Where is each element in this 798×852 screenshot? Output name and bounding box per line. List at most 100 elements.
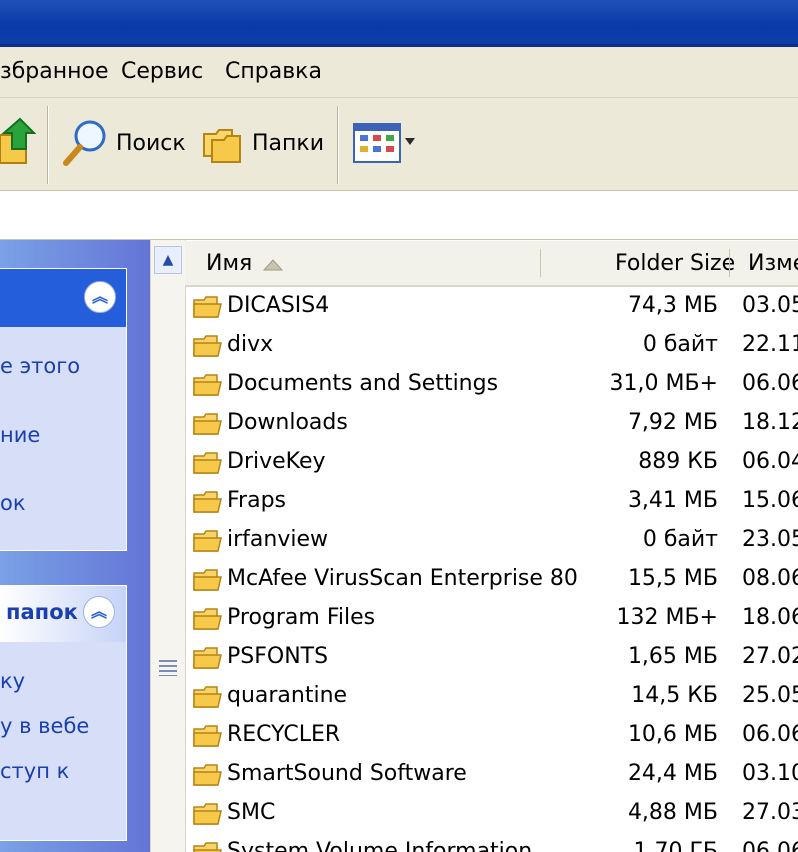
folder-size: 3,41 МБ	[627, 488, 718, 513]
folder-icon	[193, 725, 222, 747]
task-link[interactable]: ок	[0, 491, 26, 515]
column-size-header[interactable]: Folder Size	[615, 251, 735, 276]
modified-date: 15.06	[742, 488, 798, 513]
file-row[interactable]: DriveKey 889 КБ 06.04	[185, 444, 798, 483]
column-divider[interactable]	[729, 249, 730, 277]
folder-icon	[193, 413, 222, 435]
file-name[interactable]: SMC	[227, 800, 275, 825]
file-row[interactable]: System Volume Information 1,70 ГБ 06.06	[185, 834, 798, 852]
search-button[interactable]: Поиск	[62, 116, 186, 170]
toolbar-separator	[47, 106, 49, 184]
collapse-chevrons-icon[interactable]: ︽	[84, 281, 116, 313]
sort-ascending-icon	[263, 259, 283, 271]
modified-date: 03.10	[742, 761, 798, 786]
modified-date: 25.05	[742, 683, 798, 708]
folder-size: 7,92 МБ	[627, 410, 718, 435]
search-label: Поиск	[116, 130, 186, 156]
file-row[interactable]: DICASIS4 74,3 МБ 03.05	[185, 288, 798, 327]
file-name[interactable]: Program Files	[227, 605, 375, 630]
folder-size: 132 МБ+	[616, 605, 719, 630]
task-box-header[interactable]: папок ︽	[0, 586, 126, 642]
column-divider[interactable]	[540, 249, 541, 277]
modified-date: 08.06	[742, 566, 798, 591]
task-link[interactable]: ние	[0, 423, 40, 447]
folder-icon	[193, 530, 222, 552]
file-name[interactable]: Fraps	[227, 488, 286, 513]
task-box-header[interactable]: ︽	[0, 269, 126, 327]
folder-size: 1,65 МБ	[627, 644, 718, 669]
folder-icon	[193, 491, 222, 513]
folder-size: 24,4 МБ	[627, 761, 718, 786]
menu-tools[interactable]: Сервис	[121, 59, 203, 84]
modified-date: 27.03	[742, 800, 798, 825]
file-name[interactable]: divx	[227, 332, 273, 357]
task-link[interactable]: е этого	[0, 354, 80, 378]
file-name[interactable]: DriveKey	[227, 449, 326, 474]
file-row[interactable]: Downloads 7,92 МБ 18.12	[185, 405, 798, 444]
file-row[interactable]: quarantine 14,5 КБ 25.05	[185, 678, 798, 717]
file-row[interactable]: irfanview 0 байт 23.05	[185, 522, 798, 561]
folder-size: 0 байт	[642, 332, 718, 357]
folder-size: 4,88 МБ	[627, 800, 718, 825]
file-name[interactable]: DICASIS4	[227, 293, 329, 318]
modified-date: 23.05	[742, 527, 798, 552]
menu-bar: збранное Сервис Справка	[0, 47, 798, 98]
modified-date: 27.02	[742, 644, 798, 669]
modified-date: 22.11	[742, 332, 798, 357]
modified-date: 06.06	[742, 371, 798, 396]
folder-icon	[193, 335, 222, 357]
folders-icon	[203, 129, 241, 163]
column-name-header[interactable]: Имя	[206, 251, 252, 276]
file-row[interactable]: RECYCLER 10,6 МБ 06.06	[185, 717, 798, 756]
modified-date: 03.05	[742, 293, 798, 318]
collapse-chevrons-icon[interactable]: ︽	[83, 596, 115, 628]
file-row[interactable]: SmartSound Software 24,4 МБ 03.10	[185, 756, 798, 795]
file-row[interactable]: Fraps 3,41 МБ 15.06	[185, 483, 798, 522]
file-name[interactable]: McAfee VirusScan Enterprise 80	[227, 566, 578, 591]
file-name[interactable]: SmartSound Software	[227, 761, 467, 786]
file-name[interactable]: Documents and Settings	[227, 371, 498, 396]
file-name[interactable]: irfanview	[227, 527, 328, 552]
up-button[interactable]	[0, 114, 36, 168]
task-link[interactable]: ку	[0, 669, 25, 693]
folder-size: 0 байт	[642, 527, 718, 552]
file-name[interactable]: quarantine	[227, 683, 347, 708]
file-row[interactable]: SMC 4,88 МБ 27.03	[185, 795, 798, 834]
folder-up-icon	[0, 117, 36, 164]
folder-icon	[193, 764, 222, 786]
menu-help[interactable]: Справка	[225, 59, 322, 84]
address-bar-area	[0, 191, 798, 240]
scroll-up-button[interactable]: ▲	[154, 246, 182, 274]
task-link[interactable]: ступ к	[0, 759, 69, 783]
folders-button[interactable]: Папки	[200, 116, 324, 170]
file-row[interactable]: divx 0 байт 22.11	[185, 327, 798, 366]
file-list: DICASIS4 74,3 МБ 03.05 divx 0 байт 22.11 Docum…	[185, 288, 798, 852]
vertical-scrollbar[interactable]: ▲	[150, 240, 186, 852]
modified-date: 18.12	[742, 410, 798, 435]
file-row[interactable]: McAfee VirusScan Enterprise 80 15,5 МБ 08.…	[185, 561, 798, 600]
file-name[interactable]: PSFONTS	[227, 644, 328, 669]
folder-icon	[193, 374, 222, 396]
modified-date: 06.06	[742, 722, 798, 747]
folder-icon	[193, 803, 222, 825]
folders-label: Папки	[252, 130, 324, 156]
folder-size: 1,70 ГБ	[633, 839, 719, 852]
folder-size: 31,0 МБ+	[609, 371, 719, 396]
folder-size: 15,5 МБ	[627, 566, 718, 591]
file-row[interactable]: Program Files 132 МБ+ 18.06	[185, 600, 798, 639]
task-pane: ︽ е этого ние ок папок ︽ ку у в вебе сту…	[0, 240, 150, 852]
file-row[interactable]: Documents and Settings 31,0 МБ+ 06.06	[185, 366, 798, 405]
file-name[interactable]: Downloads	[227, 410, 348, 435]
modified-date: 06.04	[742, 449, 798, 474]
file-row[interactable]: PSFONTS 1,65 МБ 27.02	[185, 639, 798, 678]
views-button[interactable]	[352, 116, 418, 170]
toolbar: Поиск Папки	[0, 98, 798, 191]
scroll-grip-icon[interactable]	[159, 660, 177, 676]
folder-icon	[193, 608, 222, 630]
menu-favorites[interactable]: збранное	[0, 59, 108, 84]
task-link[interactable]: у в вебе	[0, 714, 89, 738]
file-name[interactable]: System Volume Information	[227, 839, 532, 852]
column-modified-header[interactable]: Измe	[748, 251, 798, 276]
file-name[interactable]: RECYCLER	[227, 722, 340, 747]
title-bar	[0, 0, 798, 47]
